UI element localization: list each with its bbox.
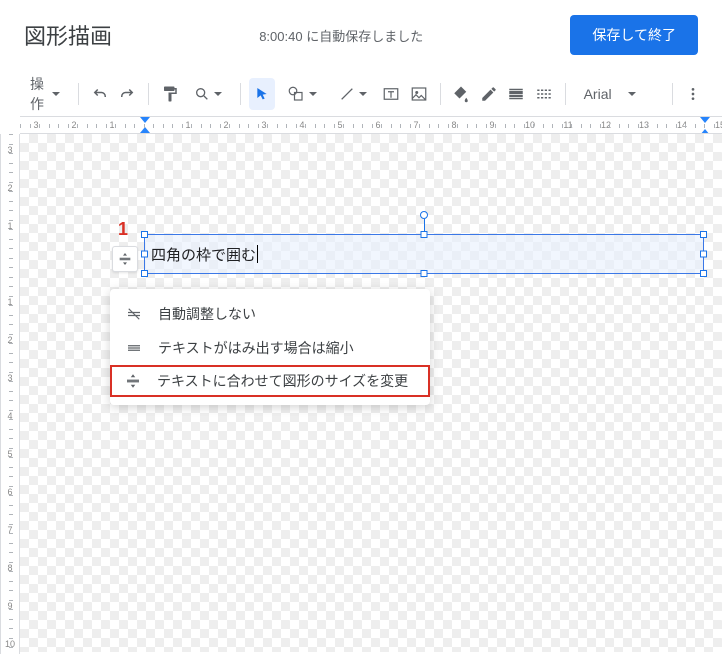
- shapes-icon: [287, 85, 305, 103]
- toolbar-separator: [565, 83, 566, 105]
- right-indent-marker[interactable]: [700, 117, 710, 123]
- menu-item-no-autofit[interactable]: 自動調整しない: [110, 297, 430, 331]
- menu-item-shrink-on-overflow[interactable]: テキストがはみ出す場合は縮小: [110, 331, 430, 365]
- resize-handle-sw[interactable]: [141, 270, 148, 277]
- chevron-down-icon: [309, 92, 317, 96]
- more-vertical-icon: [685, 86, 701, 102]
- toolbar-separator: [672, 83, 673, 105]
- redo-icon: [118, 85, 136, 103]
- horizontal-ruler[interactable]: 321123456789101112131415: [20, 116, 722, 134]
- more-tools-button[interactable]: [680, 78, 706, 110]
- undo-button[interactable]: [87, 78, 113, 110]
- autofit-options-button[interactable]: [112, 246, 138, 272]
- shape-text-content[interactable]: 四角の枠で囲む: [151, 244, 256, 265]
- resize-handle-n[interactable]: [421, 231, 428, 238]
- border-weight-button[interactable]: [504, 78, 530, 110]
- selected-textbox-shape[interactable]: 四角の枠で囲む: [144, 234, 704, 274]
- shape-tool-button[interactable]: [277, 78, 327, 110]
- resize-handle-nw[interactable]: [141, 231, 148, 238]
- font-name-label: Arial: [584, 86, 612, 102]
- resize-handle-w[interactable]: [141, 251, 148, 258]
- left-indent-marker-bottom[interactable]: [140, 127, 150, 133]
- vertical-ruler[interactable]: 32112345678910: [0, 134, 20, 654]
- actions-menu-label: 操作: [26, 74, 48, 114]
- cursor-icon: [254, 86, 270, 102]
- shrink-overflow-icon: [124, 338, 144, 358]
- line-dash-icon: [535, 85, 553, 103]
- chevron-down-icon: [628, 92, 636, 96]
- line-weight-icon: [507, 85, 525, 103]
- zoom-icon: [194, 86, 210, 102]
- chevron-down-icon: [359, 92, 367, 96]
- menu-item-label: テキストに合わせて図形のサイズを変更: [157, 371, 408, 391]
- autofit-popup-menu: 自動調整しない テキストがはみ出す場合は縮小 テキストに合わせて図形のサイズを変…: [110, 289, 430, 405]
- save-and-close-button[interactable]: 保存して終了: [570, 15, 698, 55]
- fill-color-button[interactable]: [449, 78, 475, 110]
- line-icon: [339, 86, 355, 102]
- menu-item-label: 自動調整しない: [158, 304, 256, 324]
- chevron-down-icon: [52, 92, 60, 96]
- textbox-icon: [382, 85, 400, 103]
- image-tool-button[interactable]: [406, 78, 432, 110]
- toolbar-separator: [148, 83, 149, 105]
- line-tool-button[interactable]: [329, 78, 377, 110]
- resize-handle-ne[interactable]: [700, 231, 707, 238]
- menu-item-label: テキストがはみ出す場合は縮小: [158, 338, 354, 358]
- redo-button[interactable]: [114, 78, 140, 110]
- undo-icon: [91, 85, 109, 103]
- zoom-button[interactable]: [184, 78, 232, 110]
- toolbar-separator: [240, 83, 241, 105]
- border-dash-button[interactable]: [531, 78, 557, 110]
- paint-format-button[interactable]: [157, 78, 183, 110]
- textbox-tool-button[interactable]: [379, 78, 405, 110]
- resize-handle-se[interactable]: [700, 270, 707, 277]
- pencil-icon: [480, 85, 498, 103]
- toolbar-separator: [78, 83, 79, 105]
- resize-handle-s[interactable]: [421, 270, 428, 277]
- app-title: 図形描画: [24, 19, 112, 51]
- resize-handle-e[interactable]: [700, 251, 707, 258]
- paint-roller-icon: [161, 85, 179, 103]
- left-indent-marker[interactable]: [140, 117, 150, 123]
- menu-item-resize-shape-to-fit[interactable]: テキストに合わせて図形のサイズを変更: [110, 365, 430, 397]
- actions-menu-button[interactable]: 操作: [16, 78, 70, 110]
- rotate-handle[interactable]: [420, 211, 428, 219]
- image-icon: [410, 85, 428, 103]
- annotation-1: 1: [118, 219, 128, 240]
- autofit-icon: [117, 251, 133, 267]
- chevron-down-icon: [214, 92, 222, 96]
- select-tool-button[interactable]: [249, 78, 275, 110]
- resize-shape-icon: [123, 371, 143, 391]
- ruler-area: 321123456789101112131415 32112345678910 …: [0, 116, 722, 134]
- paint-bucket-icon: [452, 85, 470, 103]
- drawing-canvas[interactable]: 四角の枠で囲む 1 2 自動調整しない テキストがはみ出す場合は縮小: [20, 134, 722, 652]
- text-cursor: [257, 245, 258, 263]
- toolbar-separator: [440, 83, 441, 105]
- border-color-button[interactable]: [476, 78, 502, 110]
- font-picker[interactable]: Arial: [574, 86, 664, 102]
- no-autofit-icon: [124, 304, 144, 324]
- autosave-status: 8:00:40 に自動保存しました: [112, 26, 570, 45]
- dialog-header: 図形描画 8:00:40 に自動保存しました 保存して終了: [0, 0, 722, 72]
- toolbar: 操作 Aria: [0, 72, 722, 116]
